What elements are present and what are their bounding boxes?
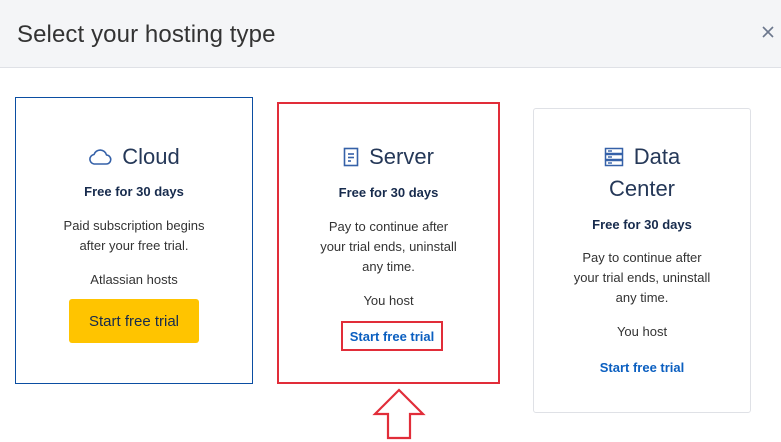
card-host: You host [616,324,668,339]
card-price: Free for 30 days [84,184,184,199]
card-description-line: Pay to continue after [582,250,702,265]
card-title-row: Cloud [16,141,252,173]
card-description: Paid subscription begins after your free… [16,216,252,256]
card-description-line: Paid subscription begins [63,218,205,233]
card-description-line: Pay to continue after [328,219,449,234]
card-description-line: your trial ends, uninstall [573,270,711,285]
start-free-trial-button[interactable]: Start free trial [69,299,199,343]
card-title: Cloud [122,144,180,169]
cloud-icon [89,149,112,165]
close-icon[interactable] [758,22,778,42]
data-center-icon [604,147,623,167]
card-title-row: Server [279,141,498,173]
hosting-card-cloud[interactable]: Cloud Free for 30 days Paid subscription… [15,97,253,384]
card-title: Data [633,144,681,169]
card-description: Pay to continue after your trial ends, u… [534,248,750,308]
modal-title: Select your hosting type [17,21,276,48]
server-icon [343,147,359,167]
card-description-line: your trial ends, uninstall [320,239,457,254]
start-free-trial-link[interactable]: Start free trial [341,321,443,351]
hosting-card-data-center[interactable]: Data Center Free for 30 days Pay to cont… [533,108,751,413]
card-description-line: after your free trial. [79,238,189,253]
up-arrow-icon [372,388,426,440]
card-title: Server [369,144,434,169]
card-description: Pay to continue after your trial ends, u… [279,217,498,277]
card-description-line: any time. [615,290,669,305]
card-title-row: Data [534,141,750,173]
modal-header: Select your hosting type [0,0,781,68]
card-host: Atlassian hosts [90,272,178,287]
card-price: Free for 30 days [592,217,692,232]
card-price: Free for 30 days [338,185,439,200]
card-title-row: Center [534,173,750,205]
card-host: You host [363,293,414,308]
card-title: Center [608,176,676,201]
start-free-trial-link[interactable]: Start free trial [534,360,750,375]
hosting-card-server[interactable]: Server Free for 30 days Pay to continue … [277,102,500,384]
card-description-line: any time. [362,259,415,274]
